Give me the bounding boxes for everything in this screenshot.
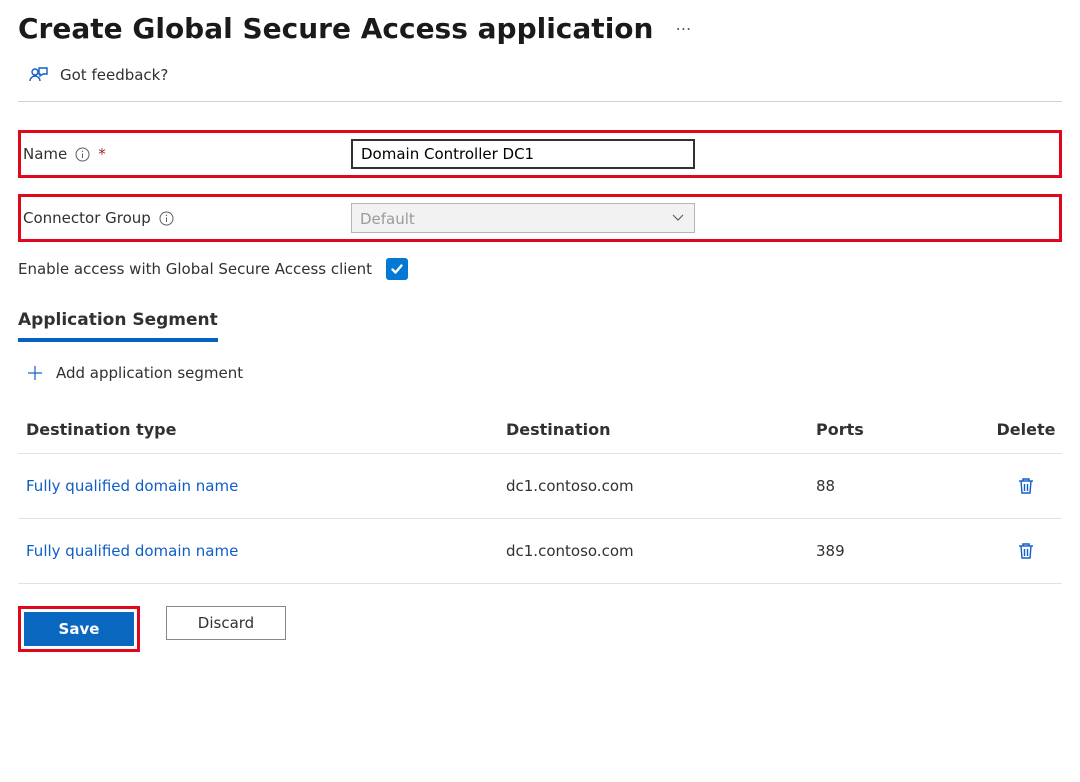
info-icon[interactable]: [75, 147, 90, 162]
connector-select[interactable]: Default: [351, 203, 695, 233]
enable-access-row: Enable access with Global Secure Access …: [18, 258, 1062, 280]
save-button[interactable]: Save: [24, 612, 134, 646]
row-ports: 88: [816, 477, 991, 495]
name-label: Name: [23, 145, 67, 163]
connector-label: Connector Group: [23, 209, 151, 227]
connector-value: Default: [351, 203, 695, 233]
connector-label-group: Connector Group: [21, 209, 351, 227]
delete-button[interactable]: [1017, 541, 1035, 561]
chevron-down-icon: [671, 210, 685, 224]
name-row-highlight: Name *: [18, 130, 1062, 178]
required-indicator: *: [98, 145, 106, 163]
feedback-label: Got feedback?: [60, 66, 168, 84]
info-icon[interactable]: [159, 211, 174, 226]
connector-row-highlight: Connector Group Default: [18, 194, 1062, 242]
feedback-link[interactable]: Got feedback?: [18, 59, 1062, 102]
table-row: Fully qualified domain name dc1.contoso.…: [18, 454, 1062, 519]
table-header-row: Destination type Destination Ports Delet…: [18, 410, 1062, 454]
more-icon[interactable]: ⋯: [675, 19, 693, 38]
trash-icon: [1017, 541, 1035, 561]
add-segment-label: Add application segment: [56, 364, 243, 382]
segment-tabs: Application Segment: [18, 310, 1062, 364]
trash-icon: [1017, 476, 1035, 496]
segment-table: Destination type Destination Ports Delet…: [18, 410, 1062, 584]
row-type-link[interactable]: Fully qualified domain name: [26, 542, 506, 560]
feedback-icon: [28, 65, 50, 85]
col-header-dest[interactable]: Destination: [506, 420, 816, 439]
row-ports: 389: [816, 542, 991, 560]
row-dest: dc1.contoso.com: [506, 542, 816, 560]
footer-actions: Save Discard: [18, 606, 1062, 652]
col-header-delete: Delete: [991, 420, 1061, 439]
enable-access-checkbox[interactable]: [386, 258, 408, 280]
col-header-type[interactable]: Destination type: [26, 420, 506, 439]
add-segment-button[interactable]: Add application segment: [26, 364, 1062, 382]
name-input[interactable]: [351, 139, 695, 169]
delete-button[interactable]: [1017, 476, 1035, 496]
page-header: Create Global Secure Access application …: [18, 12, 1062, 45]
col-header-ports[interactable]: Ports: [816, 420, 991, 439]
enable-access-label: Enable access with Global Secure Access …: [18, 260, 372, 278]
table-row: Fully qualified domain name dc1.contoso.…: [18, 519, 1062, 584]
plus-icon: [26, 364, 44, 382]
row-dest: dc1.contoso.com: [506, 477, 816, 495]
tab-application-segment[interactable]: Application Segment: [18, 310, 218, 342]
name-label-group: Name *: [21, 145, 351, 163]
save-button-highlight: Save: [18, 606, 140, 652]
page-title: Create Global Secure Access application: [18, 12, 653, 45]
row-type-link[interactable]: Fully qualified domain name: [26, 477, 506, 495]
discard-button[interactable]: Discard: [166, 606, 286, 640]
